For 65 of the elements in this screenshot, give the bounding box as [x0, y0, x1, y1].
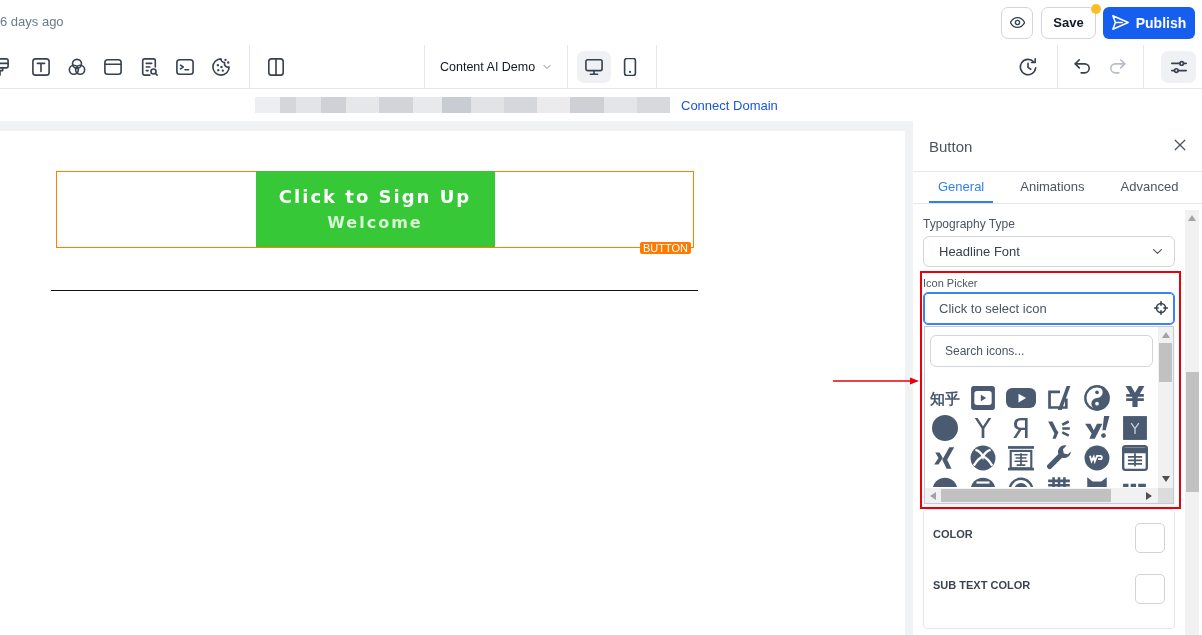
glyph-icon[interactable]: 知乎	[930, 390, 960, 406]
panel-title: Button	[929, 138, 973, 155]
page-selector-dropdown[interactable]: Content AI Demo	[425, 50, 567, 83]
eye-icon	[1009, 15, 1025, 30]
preview-button[interactable]	[1001, 6, 1033, 39]
square-logo-icon[interactable]	[1122, 415, 1148, 441]
desktop-view-button[interactable]	[577, 50, 611, 83]
field-label: Typography Type	[923, 217, 1016, 231]
scroll-right-arrow-icon	[1146, 491, 1152, 500]
exclamation-icon[interactable]	[1084, 415, 1110, 441]
color-picker-button[interactable]	[1135, 574, 1165, 604]
scrollbar-thumb[interactable]	[1185, 372, 1199, 492]
slashed-square-icon[interactable]	[1046, 385, 1072, 411]
three-circles-icon	[68, 57, 86, 76]
clock-arrow-icon	[1019, 57, 1037, 76]
icon-picker-field[interactable]: Click to select icon	[923, 292, 1175, 325]
last-saved-text: 6 days ago	[0, 14, 64, 29]
scroll-down-arrow-icon	[1161, 476, 1170, 482]
glyph-icon[interactable]: Я	[1011, 414, 1031, 442]
crossed-circle-icon[interactable]	[970, 445, 996, 471]
field-label: Icon Picker	[923, 277, 979, 289]
grid-icon[interactable]	[1046, 477, 1072, 487]
field-label: SUB TEXT COLOR	[933, 579, 1031, 591]
send-icon	[1111, 14, 1129, 31]
columns-icon	[267, 57, 285, 76]
field-label: COLOR	[933, 528, 973, 540]
settings-button[interactable]	[1161, 50, 1196, 83]
scroll-up-arrow-icon	[1161, 332, 1170, 338]
wrench-icon[interactable]	[1046, 445, 1072, 471]
redo-arrow-icon	[1109, 57, 1127, 76]
typography-type-select[interactable]: Headline Font	[923, 236, 1175, 267]
play-button-icon[interactable]	[1006, 388, 1036, 408]
color-picker-button[interactable]	[1135, 523, 1165, 553]
framed-symbol-icon[interactable]	[1008, 445, 1034, 471]
undo-arrow-icon	[1073, 57, 1091, 76]
phone-icon	[621, 57, 639, 76]
filled-circle-icon[interactable]	[932, 415, 958, 441]
scrollbar-corner	[1158, 488, 1173, 503]
scroll-left-arrow-icon	[930, 491, 936, 500]
publish-button[interactable]: Publish	[1103, 6, 1195, 39]
element-type-tag: BUTTON	[639, 242, 691, 254]
brush-icon	[0, 57, 9, 76]
window-icon	[104, 57, 122, 76]
scrollbar-thumb[interactable]	[1159, 343, 1172, 382]
scroll-up-arrow-icon	[1188, 215, 1196, 221]
icon-search-field[interactable]: Search icons...	[930, 335, 1153, 367]
document-search-icon	[140, 57, 158, 76]
play-square-icon[interactable]	[970, 385, 996, 411]
glyph-icon[interactable]: Y	[974, 414, 992, 442]
cookie-icon	[212, 57, 230, 76]
scrollbar-thumb[interactable]	[941, 489, 1111, 502]
crosshair-icon[interactable]	[1154, 301, 1168, 315]
ring-icon[interactable]	[1008, 477, 1034, 487]
yin-yang-icon[interactable]	[1084, 385, 1110, 411]
panel-tab[interactable]: Advanced	[1111, 172, 1188, 203]
panel-tab[interactable]: Animations	[1011, 172, 1094, 203]
glyph-icon[interactable]: ¥	[1125, 384, 1145, 412]
text-box-icon	[32, 57, 50, 76]
save-button[interactable]: Save	[1041, 6, 1096, 39]
terminal-icon	[176, 57, 194, 76]
circle-logo-icon[interactable]	[1084, 445, 1110, 471]
table-icon[interactable]	[1122, 445, 1148, 471]
monitor-icon	[585, 57, 603, 76]
panel-tab[interactable]: General	[929, 172, 994, 203]
connect-domain-link[interactable]: Connect Domain	[681, 97, 778, 113]
